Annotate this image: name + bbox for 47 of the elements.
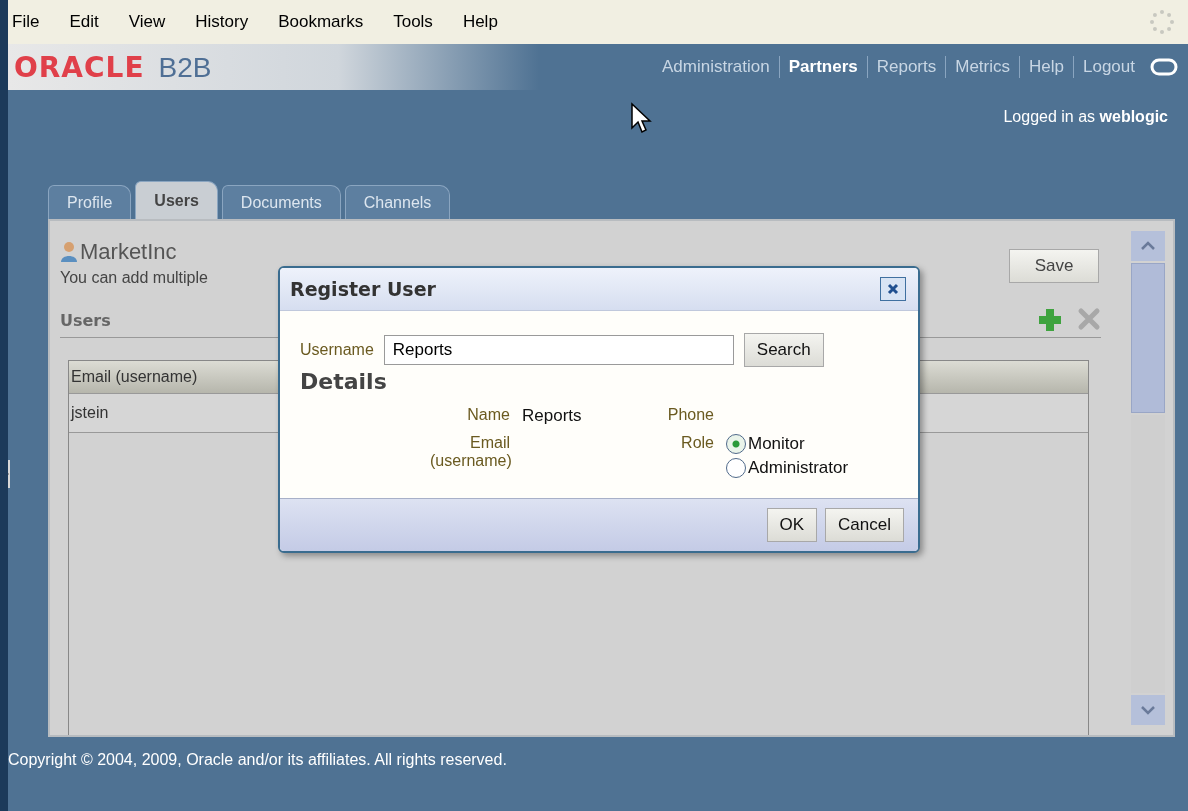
radio-option[interactable]: Monitor [726, 434, 898, 454]
field-label: Username [300, 341, 374, 359]
menu-item[interactable]: Tools [393, 12, 433, 32]
partner-name: MarketInc [80, 239, 177, 265]
close-button[interactable] [880, 277, 906, 301]
cancel-button[interactable]: Cancel [825, 508, 904, 542]
section-title: Users [60, 310, 111, 330]
logo: ORACLE [14, 50, 145, 84]
dialog-title: Register User [290, 278, 436, 300]
field-label: Email (username) [430, 434, 510, 470]
field-label: Phone [666, 406, 714, 424]
save-button[interactable]: Save [1009, 249, 1099, 283]
description: You can add multiple [60, 269, 208, 287]
mouse-pointer-icon [630, 102, 652, 134]
username-field[interactable]: Reports [383, 335, 734, 365]
person-icon [60, 241, 78, 263]
add-icon[interactable] [1037, 307, 1063, 333]
product-name: B2B [158, 51, 212, 84]
close-icon[interactable] [886, 282, 900, 296]
menu-item[interactable]: Help [462, 12, 498, 32]
loading-icon [1148, 8, 1176, 36]
column-header[interactable]: Email (username) [69, 368, 198, 386]
tab[interactable]: Users [135, 181, 218, 219]
radio-option[interactable]: Administrator [726, 458, 898, 478]
menu-item[interactable]: Edit [69, 12, 99, 32]
menu-item[interactable]: File [12, 12, 40, 32]
table-cell: jstein [69, 404, 109, 422]
login-status: Logged in as weblogic [1003, 108, 1168, 127]
scroll-thumb[interactable] [1131, 263, 1165, 413]
search-button[interactable]: Search [743, 333, 824, 367]
scrollbar[interactable] [1131, 231, 1165, 725]
scroll-down-icon[interactable] [1131, 695, 1165, 725]
nav-link[interactable]: Partners [788, 57, 858, 77]
scroll-up-icon[interactable] [1131, 231, 1165, 261]
menu-item[interactable]: Bookmarks [278, 12, 364, 32]
radio-button[interactable] [726, 434, 746, 454]
menu-item[interactable]: History [195, 12, 249, 32]
copyright-text: Copyright © 2004, 2009, Oracle and/or its affiliates. All rights reserved. [8, 751, 507, 768]
field-label: Role [680, 434, 714, 452]
ok-button[interactable]: OK [766, 508, 818, 542]
radio-button[interactable] [726, 458, 746, 478]
menu-item[interactable]: View [128, 12, 166, 32]
oracle-ring-icon [1150, 57, 1178, 77]
field-label: Name [466, 406, 510, 424]
delete-icon[interactable] [1077, 307, 1101, 331]
section-title: Details [300, 369, 388, 394]
field-value: Reports [522, 406, 583, 426]
